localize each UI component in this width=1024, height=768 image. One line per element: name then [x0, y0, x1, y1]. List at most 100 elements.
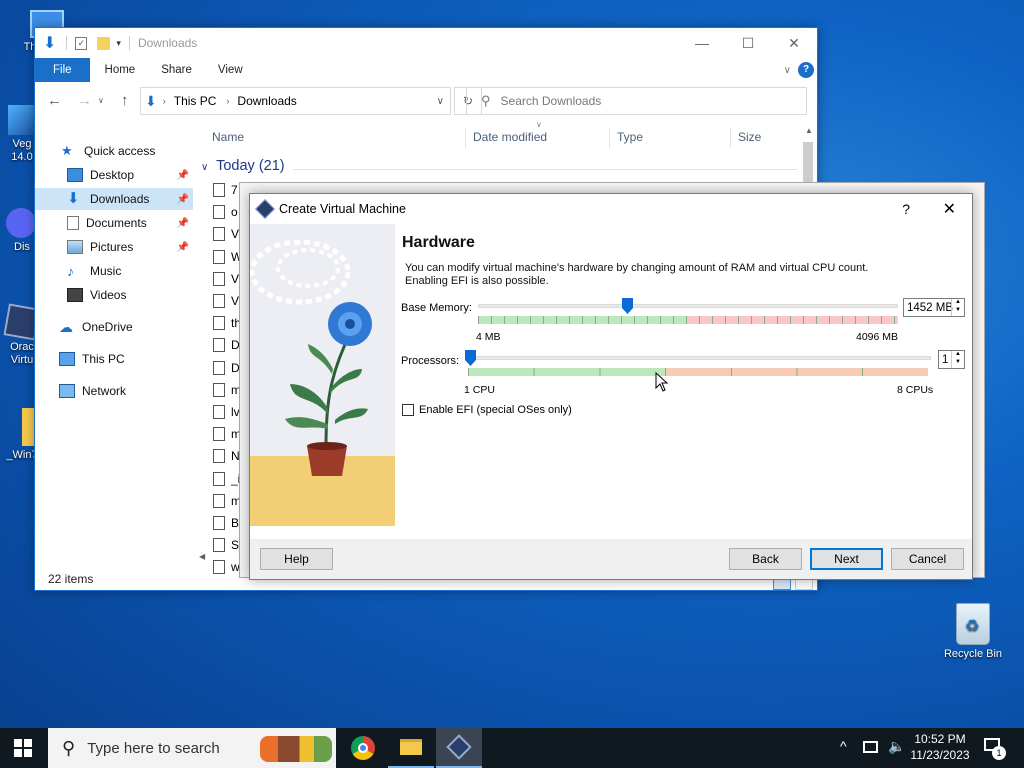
forward-arrow-icon[interactable]: → [77, 92, 92, 109]
memory-spinbox[interactable]: 1452 MB ▲ ▼ [903, 298, 965, 317]
file-explorer-taskbar-button[interactable] [388, 728, 434, 768]
file-icon [213, 294, 225, 308]
processors-slider-thumb[interactable] [465, 350, 476, 366]
volume-muted-icon[interactable]: 🔈 [888, 738, 905, 755]
maximize-button[interactable]: ☐ [725, 28, 771, 58]
group-divider [293, 169, 797, 170]
expand-ribbon-icon[interactable]: ∨ [784, 65, 791, 76]
tab-share[interactable]: Share [148, 58, 205, 82]
memory-spin-arrows[interactable]: ▲ ▼ [951, 299, 964, 316]
network-status-icon[interactable] [863, 741, 878, 753]
start-button[interactable] [0, 728, 46, 768]
notification-center-button[interactable]: 1 [980, 736, 1008, 760]
virtualbox-icon [255, 199, 275, 219]
chrome-taskbar-button[interactable] [340, 728, 386, 768]
file-icon [213, 382, 225, 397]
memory-slider-track[interactable] [478, 304, 898, 308]
column-size[interactable]: Size [738, 130, 761, 144]
next-button[interactable]: Next [810, 548, 883, 570]
tab-home[interactable]: Home [92, 58, 149, 82]
up-arrow-icon[interactable]: ↑ [121, 92, 129, 109]
desktop-icon [67, 168, 83, 182]
nav-music[interactable]: ♪ Music [35, 260, 193, 282]
spin-up-icon[interactable]: ▲ [955, 351, 961, 357]
column-name[interactable]: Name [212, 130, 244, 144]
dialog-close-button[interactable]: ✕ [943, 199, 956, 219]
group-header-today[interactable]: ∨ Today (21) [201, 158, 285, 174]
processors-min-label: 1 CPU [464, 384, 495, 396]
film-icon [67, 288, 83, 302]
nav-documents[interactable]: Documents 📌 [35, 212, 193, 234]
dialog-title-bar[interactable]: Create Virtual Machine ? ✕ [250, 194, 972, 224]
efi-checkbox-row[interactable]: Enable EFI (special OSes only) [402, 404, 572, 416]
column-date-modified[interactable]: Date modified [473, 130, 547, 144]
nav-videos[interactable]: Videos [35, 284, 193, 306]
column-headers: Name ∨ Date modified Type Size [203, 120, 803, 148]
back-button[interactable]: Back [729, 548, 802, 570]
file-name: V [231, 271, 240, 286]
vegas-icon [8, 105, 36, 135]
clock[interactable]: 10:52 PM 11/23/2023 [906, 731, 974, 763]
help-icon[interactable]: ? [798, 62, 814, 78]
slider-thumb-icon [621, 298, 633, 314]
spin-up-icon[interactable]: ▲ [955, 299, 961, 305]
column-type[interactable]: Type [617, 130, 643, 144]
processors-slider-track[interactable] [465, 356, 931, 360]
clock-time: 10:52 PM [914, 732, 966, 746]
breadcrumb-this-pc[interactable]: This PC [174, 94, 217, 108]
virtualbox-taskbar-button[interactable] [436, 728, 482, 768]
desktop-icon-label: Dis [14, 241, 30, 253]
nav-quick-access[interactable]: ★ Quick access [35, 140, 193, 162]
address-bar[interactable]: ⬇ › This PC › Downloads ∨ [140, 87, 451, 115]
help-button[interactable]: Help [260, 548, 333, 570]
context-help-button[interactable]: ? [902, 201, 910, 217]
close-button[interactable]: ✕ [771, 28, 817, 58]
breadcrumb-downloads[interactable]: Downloads [237, 94, 296, 108]
file-name: V [231, 294, 240, 308]
processors-spinbox[interactable]: 1 ▲ ▼ [938, 350, 965, 369]
folder-icon [400, 739, 422, 755]
customize-dropdown-icon[interactable]: ▾ [116, 38, 121, 49]
recent-dropdown-icon[interactable]: ∨ [98, 96, 104, 105]
nav-this-pc[interactable]: This PC [35, 348, 193, 370]
memory-slider-thumb[interactable] [621, 298, 633, 314]
minimize-button[interactable]: — [679, 28, 725, 58]
spin-down-icon[interactable]: ▼ [955, 307, 961, 313]
show-hidden-icons-icon[interactable]: ^ [840, 738, 847, 754]
processors-spin-arrows[interactable]: ▲ ▼ [951, 351, 964, 368]
navigation-pane: ★ Quick access Desktop 📌 ⬇ Downloads 📌 D… [35, 126, 195, 566]
address-dropdown-icon[interactable]: ∨ [437, 96, 444, 107]
back-arrow-icon[interactable]: ← [47, 92, 62, 109]
nav-onedrive[interactable]: ☁ OneDrive [35, 316, 193, 338]
nav-network[interactable]: Network [35, 380, 193, 402]
cancel-button[interactable]: Cancel [891, 548, 964, 570]
file-name: o [231, 205, 238, 220]
tab-file[interactable]: File [35, 58, 90, 82]
windows-logo-icon [14, 739, 32, 757]
pin-icon[interactable]: 📌 [177, 194, 189, 205]
nav-pictures[interactable]: Pictures 📌 [35, 236, 193, 258]
nav-label: Pictures [90, 240, 134, 254]
pin-icon[interactable]: 📌 [177, 170, 189, 181]
tab-view[interactable]: View [205, 58, 256, 82]
nav-downloads[interactable]: ⬇ Downloads 📌 [35, 188, 193, 210]
new-folder-icon[interactable] [97, 36, 111, 50]
pin-icon[interactable]: 📌 [177, 218, 189, 229]
sort-chevron-icon: ∨ [536, 120, 542, 129]
pin-icon[interactable]: 📌 [177, 242, 189, 253]
create-vm-dialog[interactable]: Create Virtual Machine ? ✕ Hardware You … [249, 193, 973, 580]
scroll-up-arrow-icon[interactable]: ▲ [805, 126, 813, 135]
horizontal-scrollbar[interactable]: ◀ [195, 550, 245, 566]
properties-icon[interactable]: ✓ [75, 36, 88, 50]
processors-label: Processors: [401, 355, 460, 367]
search-input[interactable]: ⚲ Search Downloads [466, 87, 807, 115]
file-icon [213, 338, 225, 353]
efi-checkbox[interactable] [402, 404, 414, 416]
desktop-icon-recycle-bin[interactable]: ♻ Recycle Bin [938, 603, 1008, 660]
virtualbox-icon [446, 734, 472, 760]
taskbar-search-box[interactable]: ⚲ Type here to search [48, 728, 336, 768]
nav-desktop[interactable]: Desktop 📌 [35, 164, 193, 186]
spin-down-icon[interactable]: ▼ [955, 359, 961, 365]
scroll-left-arrow-icon[interactable]: ◀ [199, 552, 205, 561]
file-icon [213, 449, 225, 464]
